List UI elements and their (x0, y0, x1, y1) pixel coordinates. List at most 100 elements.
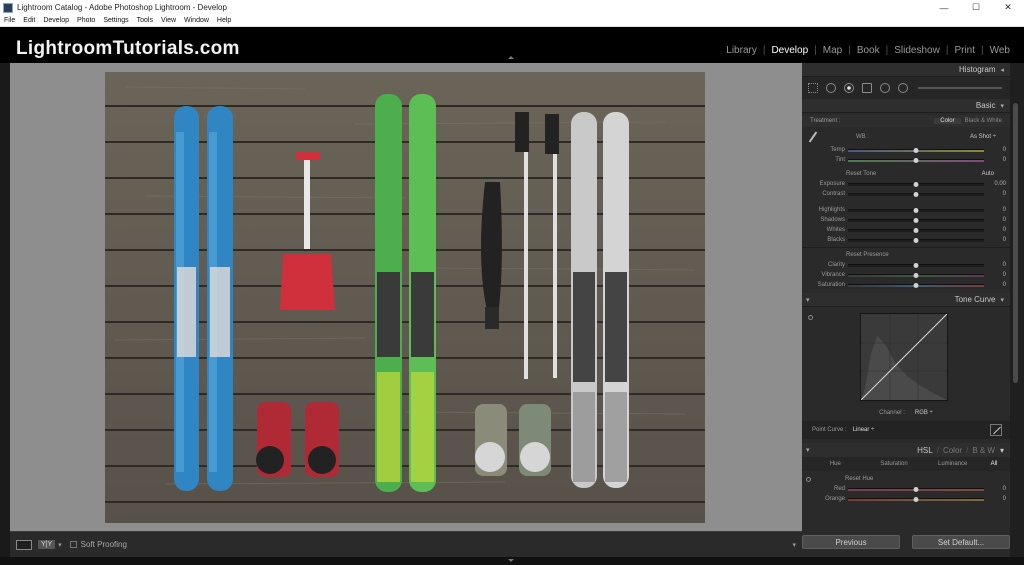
module-slideshow[interactable]: Slideshow (888, 45, 946, 56)
maximize-button[interactable]: ☐ (960, 0, 992, 15)
module-print[interactable]: Print (948, 45, 981, 56)
channel-select[interactable]: RGB ÷ (915, 410, 933, 416)
module-web[interactable]: Web (984, 45, 1016, 56)
hue-tab[interactable]: Hue (806, 461, 865, 467)
right-panel-scrollbar[interactable] (1010, 63, 1024, 557)
slider-value[interactable]: 0 (984, 217, 1006, 223)
reset-hue-label[interactable]: Reset Hue (845, 476, 873, 482)
slider-row-highlights[interactable]: Highlights 0 (802, 205, 1010, 215)
adjustment-brush-icon[interactable] (898, 83, 908, 93)
menu-edit[interactable]: Edit (19, 17, 39, 24)
module-library[interactable]: Library (720, 45, 763, 56)
slider-knob[interactable] (913, 237, 919, 243)
slider-row-clarity[interactable]: Clarity 0 (802, 260, 1010, 270)
slider-knob[interactable] (913, 262, 919, 268)
temp-slider[interactable] (848, 147, 984, 153)
auto-tone-button[interactable]: Auto (982, 171, 994, 177)
edit-point-curve-icon[interactable] (990, 424, 1002, 436)
menu-help[interactable]: Help (213, 17, 235, 24)
slider-row-tint[interactable]: Tint 0 (802, 155, 1010, 165)
slider-row-contrast[interactable]: Contrast 0 (802, 189, 1010, 199)
luminance-tab[interactable]: Luminance (923, 461, 982, 467)
menu-file[interactable]: File (0, 17, 19, 24)
compare-view-button[interactable]: Y|Y (38, 540, 56, 549)
exposure-slider[interactable] (848, 181, 984, 187)
color-tab[interactable]: Color (943, 446, 962, 455)
module-book[interactable]: Book (851, 45, 886, 56)
slider-knob[interactable] (913, 157, 919, 163)
tool-slider[interactable] (918, 87, 1002, 89)
photo-canvas[interactable] (10, 63, 802, 531)
saturation-tab[interactable]: Saturation (865, 461, 924, 467)
scrollbar-thumb[interactable] (1013, 103, 1018, 383)
slider-value[interactable]: 0 (984, 157, 1006, 163)
top-panel-toggle-icon[interactable] (508, 56, 514, 59)
slider-knob[interactable] (913, 217, 919, 223)
solo-toggle-icon[interactable]: ▾ (806, 446, 810, 454)
slider-value[interactable]: 0.00 (984, 181, 1006, 187)
slider-value[interactable]: 0 (984, 496, 1006, 502)
slider-value[interactable]: 0 (984, 272, 1006, 278)
blacks-slider[interactable] (848, 237, 984, 243)
menu-settings[interactable]: Settings (99, 17, 132, 24)
set-default-button[interactable]: Set Default... (912, 535, 1010, 549)
slider-knob[interactable] (913, 191, 919, 197)
treatment-color-button[interactable]: Color (934, 118, 961, 124)
photo-preview[interactable] (105, 72, 705, 523)
slider-knob[interactable] (913, 272, 919, 278)
slider-value[interactable]: 0 (984, 191, 1006, 197)
contrast-slider[interactable] (848, 191, 984, 197)
soft-proofing-checkbox[interactable] (69, 541, 77, 548)
targeted-adjustment-icon[interactable] (806, 476, 811, 482)
red-eye-icon[interactable] (844, 83, 854, 93)
slider-knob[interactable] (913, 496, 919, 502)
solo-toggle-icon[interactable]: ▾ (806, 296, 810, 304)
slider-value[interactable]: 0 (984, 147, 1006, 153)
toolbar-menu-icon[interactable]: ▾ (792, 541, 796, 549)
graduated-filter-icon[interactable] (862, 83, 872, 93)
menu-window[interactable]: Window (180, 17, 213, 24)
wb-preset-select[interactable]: As Shot ÷ (970, 134, 996, 140)
point-curve-select[interactable]: Linear ÷ (853, 427, 875, 433)
chevron-down-icon[interactable]: ▾ (58, 541, 62, 549)
slider-row-saturation[interactable]: Saturation 0 (802, 280, 1010, 290)
reset-presence-label[interactable]: Reset Presence (846, 252, 889, 258)
slider-value[interactable]: 0 (984, 486, 1006, 492)
crop-overlay-icon[interactable] (808, 83, 818, 93)
shadows-slider[interactable] (848, 217, 984, 223)
red-hue-slider[interactable] (848, 486, 984, 492)
slider-knob[interactable] (913, 207, 919, 213)
slider-row-red[interactable]: Red 0 (802, 484, 1010, 494)
hsl-tab[interactable]: HSL (917, 446, 933, 455)
slider-row-vibrance[interactable]: Vibrance 0 (802, 270, 1010, 280)
close-button[interactable]: ✕ (992, 0, 1024, 15)
slider-row-exposure[interactable]: Exposure 0.00 (802, 179, 1010, 189)
slider-knob[interactable] (913, 147, 919, 153)
spot-removal-icon[interactable] (826, 83, 836, 93)
slider-row-orange[interactable]: Orange 0 (802, 494, 1010, 504)
slider-knob[interactable] (913, 181, 919, 187)
slider-value[interactable]: 0 (984, 282, 1006, 288)
slider-value[interactable]: 0 (984, 227, 1006, 233)
basic-panel-header[interactable]: Basic ▾ (802, 99, 1010, 113)
orange-hue-slider[interactable] (848, 496, 984, 502)
tint-slider[interactable] (848, 157, 984, 163)
previous-button[interactable]: Previous (802, 535, 900, 549)
slider-knob[interactable] (913, 227, 919, 233)
saturation-slider[interactable] (848, 282, 984, 288)
targeted-adjustment-icon[interactable] (808, 315, 813, 320)
menu-develop[interactable]: Develop (39, 17, 73, 24)
whites-slider[interactable] (848, 227, 984, 233)
tone-curve-panel-header[interactable]: ▾ Tone Curve ▾ (802, 293, 1010, 307)
slider-row-shadows[interactable]: Shadows 0 (802, 215, 1010, 225)
radial-filter-icon[interactable] (880, 83, 890, 93)
filmstrip-collapsed[interactable] (0, 557, 1024, 565)
all-tab[interactable]: All (982, 461, 1006, 467)
histogram-panel-header[interactable]: Histogram ◂ (802, 63, 1010, 77)
slider-row-whites[interactable]: Whites 0 (802, 225, 1010, 235)
menu-photo[interactable]: Photo (73, 17, 99, 24)
slider-value[interactable]: 0 (984, 262, 1006, 268)
slider-knob[interactable] (913, 282, 919, 288)
bw-tab[interactable]: B & W (972, 446, 995, 455)
bottom-panel-toggle-icon[interactable] (508, 559, 514, 562)
